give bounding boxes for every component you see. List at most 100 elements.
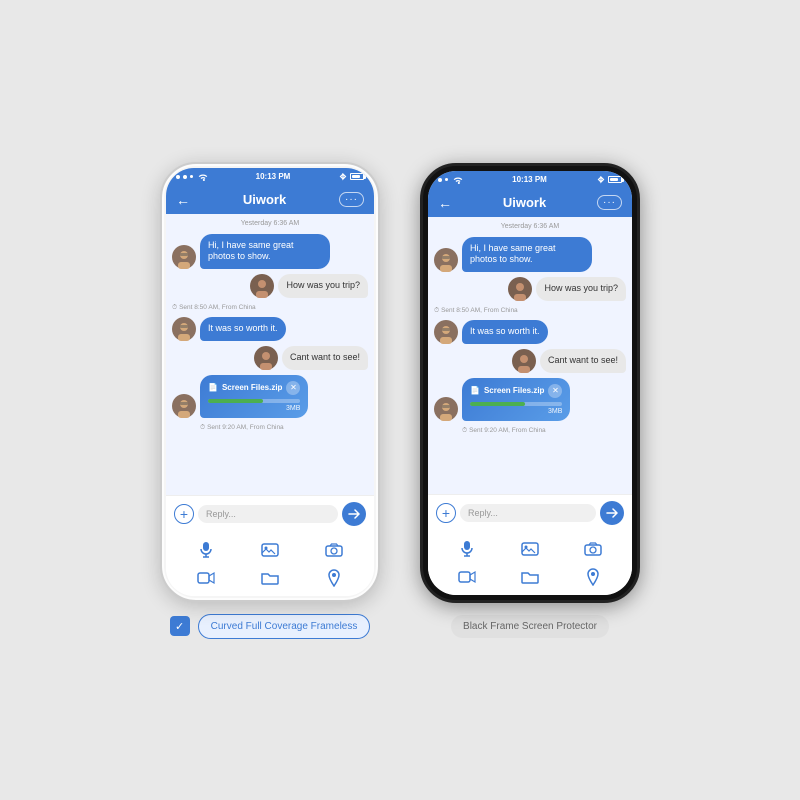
bubble-4-left: Cant want to see! — [282, 346, 368, 370]
location-button-right[interactable] — [563, 565, 622, 589]
folder-icon-left — [261, 571, 279, 585]
camera-button-left[interactable] — [304, 538, 364, 562]
chat-title-right: Uiwork — [503, 195, 546, 210]
message-row-r3: It was so worth it. — [434, 320, 626, 344]
avatar-3-left — [172, 317, 196, 341]
sent-info-5-left: ⏱ Sent 9:20 AM, From China — [200, 424, 368, 432]
bubble-1-left: Hi, I have same great photos to show. — [200, 234, 330, 269]
chat-body-left: Yesterday 6:36 AM Hi, I have same great … — [166, 214, 374, 495]
message-row-5: 📄 Screen Files.zip ✕ 3MB — [172, 375, 368, 418]
bluetooth-icon-right — [596, 176, 606, 184]
file-progress-right — [470, 402, 562, 406]
file-close-right[interactable]: ✕ — [548, 384, 562, 398]
file-bubble-right: 📄 Screen Files.zip ✕ 3MB — [462, 378, 570, 421]
message-row-r2: How was you trip? — [434, 277, 626, 301]
more-button-left[interactable]: ··· — [339, 192, 364, 207]
avatar-leo-r2 — [508, 277, 532, 301]
file-size-left: 3MB — [208, 405, 300, 412]
right-label-row: Black Frame Screen Protector — [451, 615, 609, 638]
chat-header-left: ← Uiwork ··· — [166, 186, 374, 214]
message-row-r1: Hi, I have same great photos to show. — [434, 237, 626, 272]
avatar-r1 — [434, 248, 458, 272]
camera-button-right[interactable] — [563, 537, 622, 561]
status-left-icons-right — [438, 176, 463, 184]
bottom-icons-right — [428, 531, 632, 595]
chat-title-left: Uiwork — [243, 192, 286, 207]
wifi-icon-right — [453, 176, 463, 184]
sent-info-r5: ⏱ Sent 9:20 AM, From China — [462, 427, 626, 435]
file-name-left: Screen Files.zip — [222, 383, 282, 392]
file-bubble-left: 📄 Screen Files.zip ✕ 3MB — [200, 375, 308, 418]
status-left-icons — [176, 173, 208, 181]
video-button-left[interactable] — [176, 566, 236, 590]
location-icon-left — [328, 569, 340, 587]
microphone-button-left[interactable] — [176, 538, 236, 562]
status-time-right: 10:13 PM — [512, 175, 547, 184]
bubble-r3: It was so worth it. — [462, 320, 548, 344]
send-button-left[interactable] — [342, 502, 366, 526]
send-icon-right — [606, 507, 618, 519]
file-name-right: Screen Files.zip — [484, 386, 544, 395]
camera-icon-left — [325, 543, 343, 557]
bottom-icons-left — [166, 532, 374, 596]
signal-dot-r2 — [445, 178, 448, 181]
check-icon: ✓ — [170, 616, 190, 636]
input-area-right: + Reply... — [428, 494, 632, 531]
image-button-left[interactable] — [240, 538, 300, 562]
video-icon-left — [197, 571, 215, 585]
avatar-r3 — [434, 320, 458, 344]
send-button-right[interactable] — [600, 501, 624, 525]
message-row-1: Hi, I have same great photos to show. — [172, 234, 368, 269]
chat-header-right: ← Uiwork ··· — [428, 189, 632, 217]
sent-info-2-left: ⏱ Sent 8:50 AM, From China — [172, 304, 340, 312]
right-label: Black Frame Screen Protector — [451, 615, 609, 638]
message-row-3: It was so worth it. — [172, 317, 368, 341]
microphone-icon-right — [460, 540, 474, 558]
microphone-icon-left — [199, 541, 213, 559]
file-size-right: 3MB — [470, 408, 562, 415]
send-icon-left — [348, 508, 360, 520]
folder-button-left[interactable] — [240, 566, 300, 590]
signal-dot2 — [183, 175, 187, 179]
left-phone: 10:13 PM ← — [160, 162, 380, 602]
microphone-button-right[interactable] — [438, 537, 497, 561]
input-area-left: + Reply... — [166, 495, 374, 532]
left-phone-wrapper: 10:13 PM ← — [160, 162, 380, 639]
reply-input-left[interactable]: Reply... — [198, 505, 338, 523]
bluetooth-icon-left — [338, 173, 348, 181]
signal-dot-r1 — [438, 178, 442, 182]
image-button-right[interactable] — [501, 537, 560, 561]
video-button-right[interactable] — [438, 565, 497, 589]
back-button-left[interactable]: ← — [176, 192, 190, 208]
file-close-left[interactable]: ✕ — [286, 381, 300, 395]
page-container: 10:13 PM ← — [0, 142, 800, 659]
status-bar-left: 10:13 PM — [166, 168, 374, 186]
bubble-3-left: It was so worth it. — [200, 317, 286, 341]
message-row-2: How was you trip? — [172, 274, 368, 298]
back-button-right[interactable]: ← — [438, 195, 452, 211]
image-icon-left — [261, 543, 279, 557]
plus-button-left[interactable]: + — [174, 504, 194, 524]
right-phone-wrapper: 10:13 PM ← — [420, 163, 640, 638]
status-right-icons — [338, 173, 364, 181]
plus-button-right[interactable]: + — [436, 503, 456, 523]
more-button-right[interactable]: ··· — [597, 195, 622, 210]
timestamp-right: Yesterday 6:36 AM — [434, 223, 626, 230]
wifi-icon — [198, 173, 208, 181]
reply-input-right[interactable]: Reply... — [460, 504, 596, 522]
location-button-left[interactable] — [304, 566, 364, 590]
folder-button-right[interactable] — [501, 565, 560, 589]
battery-icon-left — [350, 173, 364, 180]
signal-dot3 — [190, 175, 193, 178]
avatar-1-left — [172, 245, 196, 269]
message-row-r4: Cant want to see! — [434, 349, 626, 373]
left-phone-screen: 10:13 PM ← — [166, 168, 374, 596]
video-icon-right — [458, 570, 476, 584]
avatar-leo-r4 — [512, 349, 536, 373]
battery-icon-right — [608, 176, 622, 183]
location-icon-right — [587, 568, 599, 586]
signal-dot1 — [176, 175, 180, 179]
avatar-5-left — [172, 394, 196, 418]
camera-icon-right — [584, 542, 602, 556]
file-progress-left — [208, 399, 300, 403]
